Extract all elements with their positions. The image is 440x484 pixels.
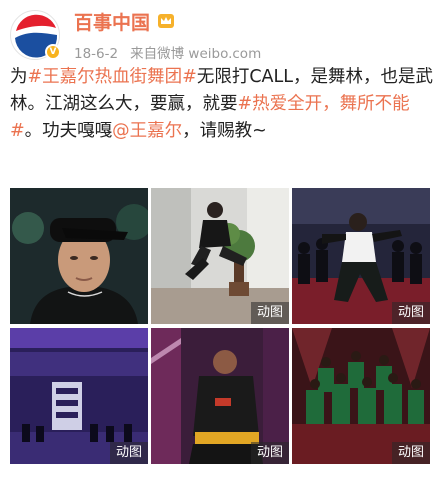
post-date[interactable]: 18-6-2 xyxy=(74,46,118,62)
gif-badge: 动图 xyxy=(392,442,430,464)
gif-badge: 动图 xyxy=(251,442,289,464)
mention-link[interactable]: @王嘉尔 xyxy=(112,121,182,141)
image-thumbnail[interactable]: 动图 xyxy=(292,328,430,464)
post-header: V 百事中国 18-6-2 来自微博 weibo.com xyxy=(0,0,440,64)
image-thumbnail[interactable]: 动图 xyxy=(10,328,148,464)
post-meta: 18-6-2 来自微博 weibo.com xyxy=(74,42,261,62)
image-thumbnail[interactable]: 动图 xyxy=(151,328,289,464)
text-segment: 。功夫嘎嘎 xyxy=(24,121,113,141)
topic-tag-link[interactable]: #王嘉尔热血街舞团# xyxy=(28,67,197,87)
verified-badge-icon: V xyxy=(45,44,61,60)
image-thumbnail[interactable]: 动图 xyxy=(292,188,430,324)
post-source[interactable]: 来自微博 weibo.com xyxy=(130,46,261,62)
gif-badge: 动图 xyxy=(392,302,430,324)
post-text: 为#王嘉尔热血街舞团#无限打CALL，是舞林，也是武林。江湖这么大，要赢，就要#… xyxy=(10,64,435,145)
text-segment: ，请赐教~ xyxy=(182,121,267,141)
image-thumbnail[interactable] xyxy=(10,188,148,324)
gif-badge: 动图 xyxy=(251,302,289,324)
crown-icon[interactable] xyxy=(158,14,174,28)
gif-badge: 动图 xyxy=(110,442,148,464)
photo-portrait xyxy=(10,188,148,324)
username[interactable]: 百事中国 xyxy=(74,8,150,35)
image-thumbnail[interactable]: 动图 xyxy=(151,188,289,324)
text-segment: 为 xyxy=(10,67,28,87)
